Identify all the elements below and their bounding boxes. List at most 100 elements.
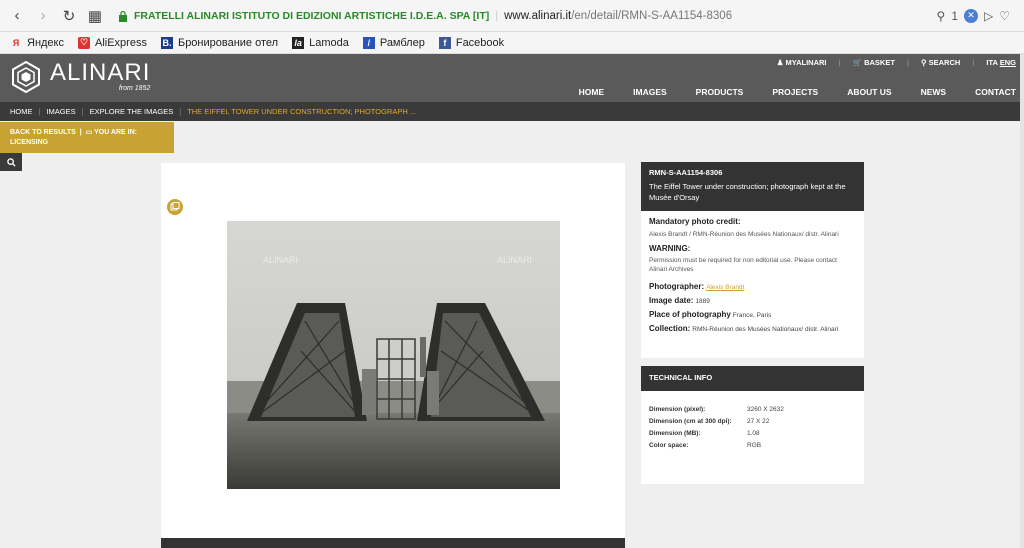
heart-icon[interactable]: ♡ (999, 9, 1010, 23)
photographer-link[interactable]: Alexis Brandt (706, 284, 744, 291)
nav-products[interactable]: PRODUCTS (696, 87, 744, 97)
tech-row: Color space: RGB (649, 442, 762, 449)
myalinari-link[interactable]: ♟ MYALINARI (777, 58, 827, 67)
util-separator: | (972, 58, 975, 67)
alinari-logo[interactable]: ALINARI from 1852 (10, 61, 150, 93)
cart-icon: 🛒 (852, 58, 862, 67)
breadcrumb-explore[interactable]: EXPLORE THE IMAGES (90, 107, 174, 116)
collection-label: Collection: (649, 323, 691, 333)
place-row: Place of photography France, Paris (649, 310, 856, 321)
address-bar-icons: ⚲ 1 ✕ ▷ ♡ (937, 8, 1010, 23)
place-label: Place of photography (649, 309, 731, 319)
breadcrumb-images[interactable]: IMAGES (46, 107, 75, 116)
technical-info-card: TECHNICAL INFO Dimension (pixel): 3260 X … (641, 366, 864, 484)
search-toggle-button[interactable] (0, 153, 22, 171)
image-title: The Eiffel Tower under construction; pho… (649, 182, 846, 202)
search-key-icon[interactable]: ⚲ (937, 9, 946, 23)
licensing-panel: BACK TO RESULTS | ▭ YOU ARE IN: LICENSIN… (0, 122, 174, 153)
site-identity: FRATELLI ALINARI ISTITUTO DI EDIZIONI AR… (134, 9, 490, 22)
bookmarks-bar: Я Яндекс ♡ AliExpress B. Бронирование отел … (0, 32, 1024, 54)
credit-value: Alexis Brandt / RMN-Réunion des Musées N… (649, 231, 839, 238)
breadcrumb-home[interactable]: HOME (10, 107, 33, 116)
photographer-label: Photographer: (649, 281, 705, 291)
image-info-card: RMN-S-AA1154-8306 The Eiffel Tower under… (641, 162, 864, 358)
facebook-icon: f (438, 36, 451, 49)
tech-row: Dimension (pixel): 3260 X 2632 (649, 406, 784, 413)
card-bottom-bar (161, 538, 625, 548)
search-link[interactable]: ⚲ SEARCH (921, 58, 960, 67)
info-body: Mandatory photo credit: Alexis Brandt / … (641, 211, 864, 341)
breadcrumb: HOME | IMAGES | EXPLORE THE IMAGES | THE… (0, 102, 1024, 121)
photographer-row: Photographer: Alexis Brandt (649, 282, 856, 293)
lang-ita[interactable]: ITA (986, 58, 997, 67)
back-to-results-link[interactable]: BACK TO RESULTS (10, 129, 76, 136)
tech-row: Dimension (MB): 1.08 (649, 430, 760, 437)
you-are-in-label: YOU ARE IN: (94, 129, 137, 136)
bookmark-yandex[interactable]: Я Яндекс (10, 37, 64, 49)
svg-text:ALINARI: ALINARI (263, 255, 298, 265)
image-code: RMN-S-AA1154-8306 (649, 168, 723, 177)
nav-images[interactable]: IMAGES (633, 87, 667, 97)
search-icon (6, 157, 16, 167)
nav-contact[interactable]: CONTACT (975, 87, 1016, 97)
basket-link[interactable]: 🛒 BASKET (853, 58, 895, 67)
reload-icon[interactable]: ↻ (60, 7, 78, 25)
browser-toolbar: ‹ › ↻ ▦ FRATELLI ALINARI ISTITUTO DI EDI… (0, 0, 1024, 32)
photo-illustration: ALINARI ALINARI (227, 221, 560, 489)
site-header: ALINARI from 1852 ♟ MYALINARI | 🛒 BASKET… (0, 54, 1024, 102)
tabs-grid-icon[interactable]: ▦ (86, 7, 104, 25)
nav-projects[interactable]: PROJECTS (772, 87, 818, 97)
nav-home[interactable]: HOME (579, 87, 605, 97)
bookmark-rambler[interactable]: / Рамблер (362, 36, 425, 49)
info-header: RMN-S-AA1154-8306 The Eiffel Tower under… (641, 162, 864, 211)
util-separator: | (906, 58, 910, 67)
util-separator: | (838, 58, 841, 67)
logo-subtitle: from 1852 (118, 85, 151, 92)
copy-badge-icon[interactable] (167, 199, 183, 215)
bookmark-facebook[interactable]: f Facebook (438, 36, 504, 49)
url-text[interactable]: www.alinari.it/en/detail/RMN-S-AA1154-83… (504, 10, 930, 22)
copy-icon (170, 202, 180, 211)
lock-icon (119, 10, 127, 22)
breadcrumb-sep: | (179, 107, 182, 116)
page-scrollbar[interactable] (1020, 54, 1024, 548)
eiffel-tower-photo[interactable]: ALINARI ALINARI (227, 221, 560, 489)
yandex-icon: Я (12, 37, 20, 48)
warning-value: Permission must be required for non edit… (649, 256, 837, 274)
address-bar[interactable]: FRATELLI ALINARI ISTITUTO DI EDIZIONI AR… (112, 4, 1016, 28)
collection-row: Collection: RMN-Réunion des Musées Natio… (649, 324, 856, 335)
date-label: Image date: (649, 295, 694, 305)
booking-icon: B. (160, 36, 173, 49)
credit-label: Mandatory photo credit: (649, 217, 741, 226)
user-icon: ♟ (776, 58, 784, 67)
image-card: ALINARI ALINARI (161, 163, 625, 548)
search-icon: ⚲ (921, 58, 927, 67)
rambler-icon: / (362, 36, 375, 49)
forward-icon[interactable]: › (34, 7, 52, 25)
extension-count: 1 (951, 8, 958, 23)
aliexpress-icon: ♡ (78, 36, 90, 49)
extension-icon[interactable]: ✕ (964, 8, 978, 23)
back-icon[interactable]: ‹ (8, 7, 26, 25)
bookmark-aliexpress[interactable]: ♡ AliExpress (78, 36, 147, 49)
breadcrumb-current: THE EIFFEL TOWER UNDER CONSTRUCTION; PHO… (187, 107, 417, 116)
section-label: LICENSING (10, 139, 49, 146)
lang-eng[interactable]: ENG (1000, 58, 1016, 67)
bookmark-booking[interactable]: B. Бронирование отел (160, 36, 278, 49)
svg-text:ALINARI: ALINARI (497, 255, 532, 265)
send-icon[interactable]: ▷ (984, 9, 993, 23)
lang-switch: ITA ENG (986, 58, 1016, 67)
url-divider: | (495, 9, 499, 22)
bookmark-lamoda[interactable]: la Lamoda (292, 36, 349, 49)
hexagon-logo-icon (12, 61, 40, 93)
nav-about-us[interactable]: ABOUT US (847, 87, 891, 97)
date-value: 1889 (695, 297, 710, 305)
lamoda-icon: la (292, 36, 305, 49)
document-icon: ▭ (85, 129, 93, 136)
warning-label: WARNING: (649, 243, 691, 253)
nav-news[interactable]: NEWS (921, 87, 947, 97)
tech-header: TECHNICAL INFO (641, 366, 864, 391)
date-row: Image date: 1889 (649, 296, 856, 307)
main-nav: HOME IMAGES PRODUCTS PROJECTS ABOUT US N… (579, 87, 1016, 97)
breadcrumb-sep: | (81, 107, 84, 116)
